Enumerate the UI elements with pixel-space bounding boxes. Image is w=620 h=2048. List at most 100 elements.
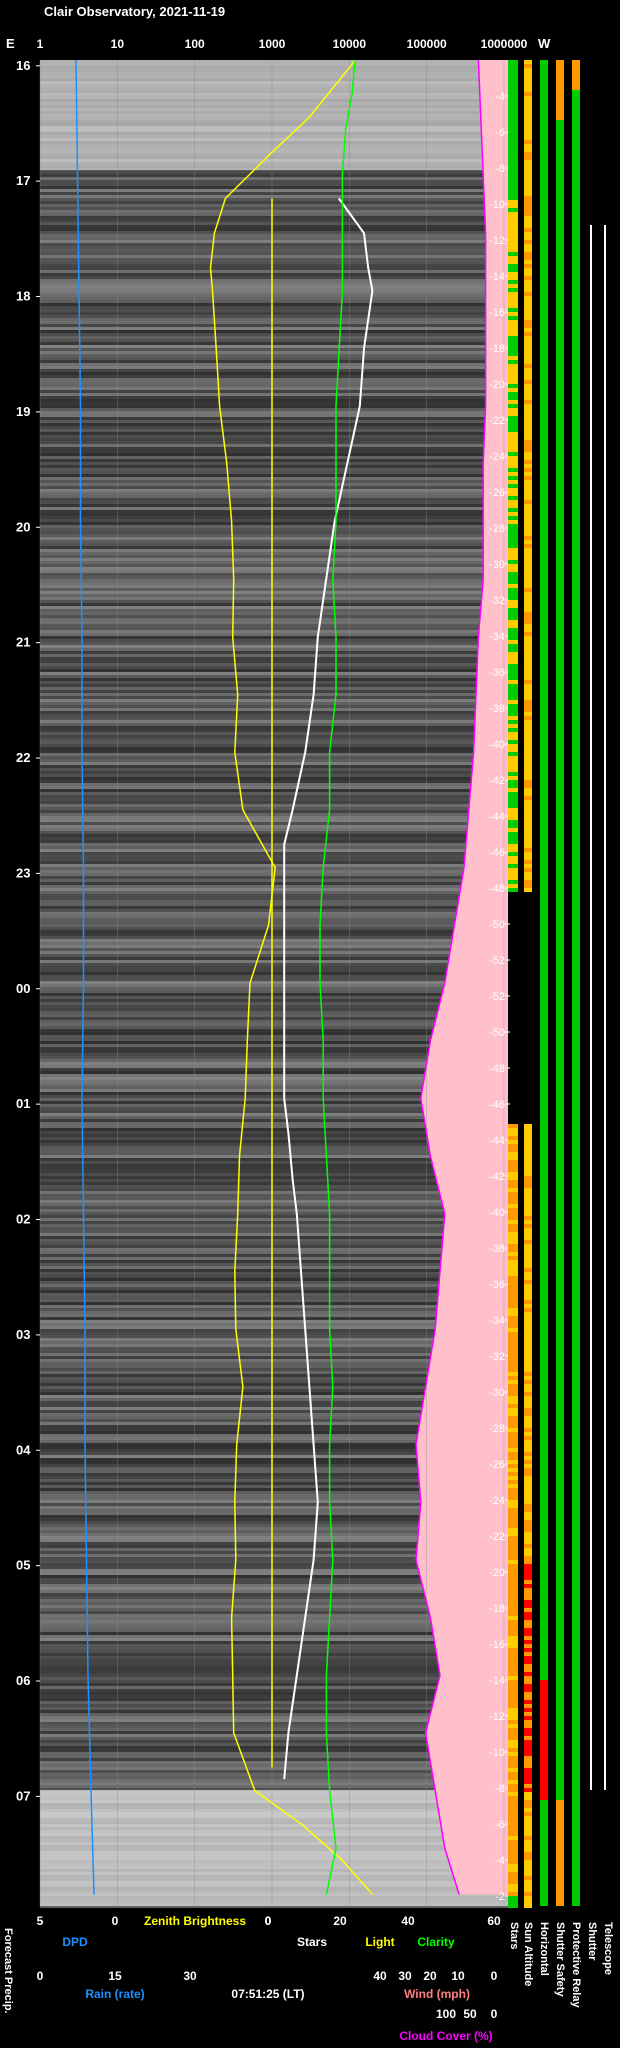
- stars-status-segment: [508, 628, 518, 632]
- stars-status-segment: [508, 744, 518, 748]
- stars-status-segment: [508, 452, 518, 456]
- sky-band: [40, 828, 508, 831]
- sun-altitude-status-segment: [524, 208, 532, 212]
- time-label: 02: [16, 1212, 30, 1227]
- sky-band: [40, 294, 508, 297]
- stars-status-segment: [508, 1140, 518, 1144]
- sky-band: [40, 555, 508, 558]
- sky-band: [40, 339, 508, 342]
- sun-altitude-status-segment: [524, 596, 532, 600]
- sun-altitude-status-segment: [524, 96, 532, 100]
- sun-altitude-label: -40: [489, 1207, 505, 1219]
- sky-band: [40, 246, 508, 249]
- stars-status-segment: [508, 1560, 518, 1564]
- shutter-safety-ok-segment: [556, 120, 564, 1800]
- stars-status-segment: [508, 708, 518, 712]
- sun-altitude-status-segment: [524, 144, 532, 148]
- sky-band: [40, 321, 508, 324]
- stars-status-segment: [508, 456, 518, 460]
- time-label: 05: [16, 1558, 30, 1573]
- stars-status-segment: [508, 772, 518, 776]
- sun-altitude-status-segment: [524, 212, 532, 216]
- sky-band: [40, 387, 508, 390]
- sky-band: [40, 219, 508, 222]
- sun-altitude-status-segment: [524, 1572, 532, 1576]
- stars-status-segment: [508, 436, 518, 440]
- sun-altitude-status-segment: [524, 1668, 532, 1672]
- sun-altitude-status-segment: [524, 1736, 532, 1740]
- stars-status-segment: [508, 1392, 518, 1396]
- sun-altitude-status-segment: [524, 1796, 532, 1800]
- sun-altitude-status-segment: [524, 412, 532, 416]
- sun-altitude-status-segment: [524, 356, 532, 360]
- sky-band: [40, 588, 508, 591]
- sun-altitude-status-segment: [524, 1456, 532, 1460]
- stars-status-segment: [508, 1460, 518, 1464]
- stars-status-segment: [508, 1432, 518, 1436]
- sun-altitude-status-segment: [524, 1316, 532, 1320]
- sky-band: [40, 249, 508, 252]
- sun-altitude-status-segment: [524, 552, 532, 556]
- stars-status-segment: [508, 792, 518, 796]
- sky-band: [40, 1251, 508, 1254]
- stars-status-segment: [508, 1892, 518, 1896]
- sky-band: [40, 228, 508, 231]
- sun-altitude-status-segment: [524, 368, 532, 372]
- stars-status-segment: [508, 1464, 518, 1468]
- sky-band: [40, 348, 508, 351]
- sky-band: [40, 1269, 508, 1272]
- sky-band: [40, 477, 508, 480]
- sky-band: [40, 651, 508, 654]
- sun-altitude-status-segment: [524, 544, 532, 548]
- stars-status-segment: [508, 1588, 518, 1592]
- sun-altitude-status-segment: [524, 532, 532, 536]
- sun-altitude-status-segment: [524, 1552, 532, 1556]
- sky-band: [40, 441, 508, 444]
- time-label: 21: [16, 635, 30, 650]
- sun-altitude-status-segment: [524, 60, 532, 64]
- sky-band: [40, 966, 508, 969]
- sun-altitude-label: -36: [489, 667, 505, 679]
- sun-altitude-status-segment: [524, 168, 532, 172]
- sun-altitude-label: -28: [489, 523, 505, 535]
- sun-altitude-status-segment: [524, 84, 532, 88]
- bottom-scale-tick: 50: [463, 2007, 477, 2021]
- sun-altitude-status-segment: [524, 1224, 532, 1228]
- sky-band: [40, 954, 508, 957]
- sky-band: [40, 984, 508, 987]
- sun-altitude-label: -12: [489, 235, 505, 247]
- stars-status-segment: [508, 1496, 518, 1500]
- stars-status-segment: [508, 676, 518, 680]
- sky-band: [40, 405, 508, 408]
- sun-altitude-status-segment: [524, 504, 532, 508]
- stars-status-segment: [508, 496, 518, 500]
- status-label-telescope: Telescope: [602, 1922, 614, 1975]
- stars-status-segment: [508, 1448, 518, 1452]
- sky-band: [40, 639, 508, 642]
- stars-status-segment: [508, 1744, 518, 1748]
- stars-status-segment: [508, 1476, 518, 1480]
- sun-altitude-label: -34: [489, 631, 505, 643]
- sun-altitude-status-segment: [524, 1748, 532, 1752]
- sky-band: [40, 465, 508, 468]
- sun-altitude-status-segment: [524, 152, 532, 156]
- sun-altitude-status-segment: [524, 432, 532, 436]
- sun-altitude-status-segment: [524, 1216, 532, 1220]
- sun-altitude-label: -24: [489, 451, 505, 463]
- sky-band: [40, 840, 508, 843]
- sun-altitude-status-segment: [524, 832, 532, 836]
- status-label-stars: Stars: [508, 1922, 520, 1950]
- sky-band: [40, 276, 508, 279]
- sky-band: [40, 858, 508, 861]
- sun-altitude-status-segment: [524, 240, 532, 244]
- sky-band: [40, 177, 508, 180]
- sun-altitude-status-segment: [524, 720, 532, 724]
- stars-status-segment: [508, 884, 518, 888]
- sun-altitude-status-segment: [524, 420, 532, 424]
- sky-band: [40, 684, 508, 687]
- stars-status-segment: [508, 140, 518, 144]
- sky-band: [40, 714, 508, 717]
- sun-altitude-label: -4: [495, 1855, 505, 1867]
- sky-band: [40, 861, 508, 864]
- sun-altitude-status-segment: [524, 1372, 532, 1376]
